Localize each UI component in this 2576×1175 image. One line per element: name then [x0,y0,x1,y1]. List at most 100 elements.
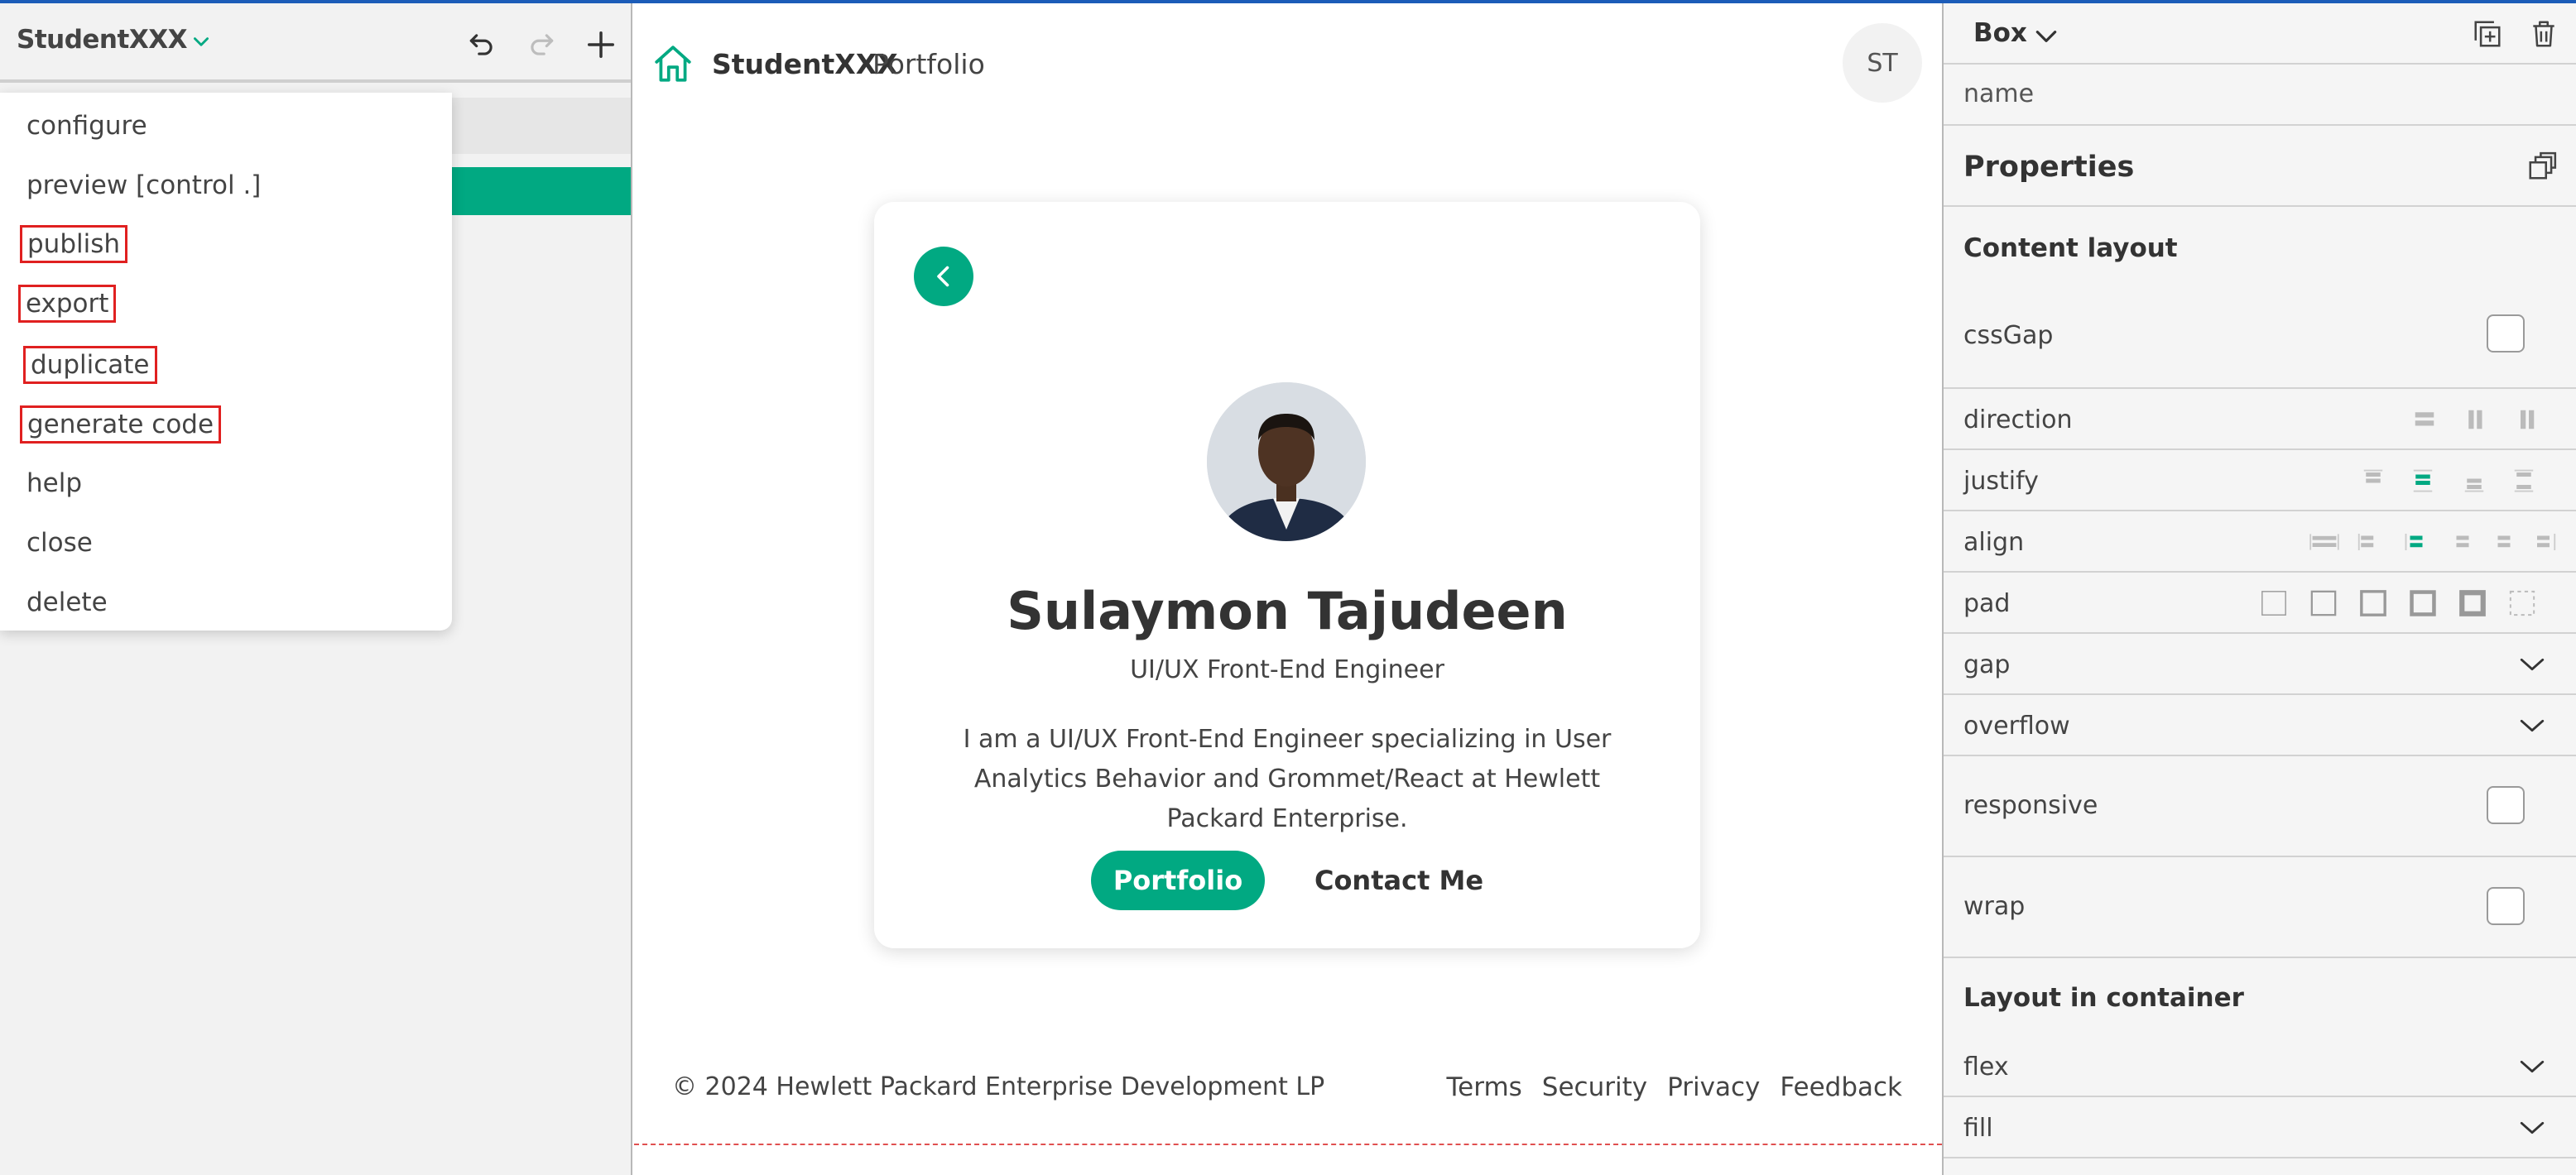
menu-item-delete[interactable]: delete [26,586,108,619]
chevron-down-icon[interactable] [190,31,212,53]
app-name[interactable]: StudentXXX [17,25,188,55]
left-panel: StudentXXX configure preview [control .]… [0,3,632,1175]
tree-item-active[interactable] [447,167,631,215]
pad-xsmall-icon[interactable] [2309,589,2338,617]
design-canvas: StudentXXX Portfolio ST Sulaymon Tajudee… [634,3,1942,1175]
add-button[interactable] [583,26,619,63]
align-start-icon[interactable] [2356,530,2381,554]
align-baseline-icon[interactable] [2492,530,2516,554]
footer-link-privacy[interactable]: Privacy [1667,1072,1760,1102]
menu-item-export[interactable]: export [18,285,117,323]
direction-column-icon[interactable] [2412,407,2437,432]
footer-copyright: © 2024 Hewlett Packard Enterprise Develo… [672,1072,1325,1101]
profile-name: Sulaymon Tajudeen [1007,581,1568,641]
undo-button[interactable] [464,26,500,63]
direction-row-responsive-icon[interactable] [2516,407,2541,432]
cssgap-label: cssGap [1963,321,2054,350]
menu-item-preview[interactable]: preview [control .] [26,169,261,202]
chevron-down-icon[interactable] [2518,650,2546,679]
align-end-icon[interactable] [2450,530,2475,554]
justify-between-icon[interactable] [2511,468,2536,493]
profile-role: UI/UX Front-End Engineer [1130,655,1444,684]
chevron-down-icon[interactable] [2518,712,2546,740]
align-end-right-icon[interactable] [2533,530,2558,554]
canvas-boundary-line [634,1144,1942,1145]
properties-header: Properties [1944,126,2576,207]
row-overflow[interactable]: overflow [1944,695,2576,756]
copy-properties-icon[interactable] [2526,151,2558,182]
name-field[interactable]: name [1944,65,2576,126]
align-center-icon[interactable] [2404,530,2429,554]
row-justify: justify [1944,450,2576,511]
menu-item-close[interactable]: close [26,526,93,559]
fill-label: fill [1963,1114,1993,1143]
pad-large-icon[interactable] [2458,589,2487,617]
menu-item-help[interactable]: help [26,467,82,500]
responsive-label: responsive [1963,791,2098,820]
inspector-panel: Box name Properties Content layout cssGa… [1942,3,2576,1175]
direction-label: direction [1963,405,2073,434]
row-pad: pad [1944,573,2576,634]
component-type[interactable]: Box [1973,18,2027,48]
portfolio-button[interactable]: Portfolio [1091,851,1265,910]
row-flex[interactable]: flex [1944,1036,2576,1097]
chevron-down-icon[interactable] [2518,1053,2546,1081]
menu-item-generate-code[interactable]: generate code [20,405,222,444]
overflow-label: overflow [1963,712,2070,741]
redo-icon [531,34,554,55]
properties-title: Properties [1963,151,2135,184]
app-header: StudentXXX [0,3,631,83]
menu-item-duplicate[interactable]: duplicate [23,346,157,384]
align-stretch-icon[interactable] [2309,530,2339,554]
row-cssgap: cssGap [1944,290,2576,389]
row-align: align [1944,511,2576,573]
responsive-checkbox[interactable] [2487,786,2525,824]
row-responsive: responsive [1944,756,2576,857]
footer-links: Terms Security Privacy Feedback [1447,1072,1903,1102]
content-layout-title: Content layout [1963,233,2178,263]
duplicate-icon[interactable] [2472,18,2503,50]
chevron-left-icon [937,266,949,287]
justify-start-icon[interactable] [2361,468,2386,493]
menu-item-publish[interactable]: publish [20,225,128,263]
component-header: Box [1944,3,2576,65]
plus-icon [588,31,614,58]
justify-label: justify [1963,467,2039,496]
redo-button[interactable] [523,26,560,63]
row-fill[interactable]: fill [1944,1097,2576,1158]
footer-link-feedback[interactable]: Feedback [1780,1072,1902,1102]
justify-end-icon[interactable] [2462,468,2487,493]
chevron-down-icon[interactable] [2518,1114,2546,1142]
profile-bio: I am a UI/UX Front-End Engineer speciali… [963,725,1612,833]
wrap-checkbox[interactable] [2487,887,2525,925]
wrap-label: wrap [1963,892,2026,921]
pad-none-icon[interactable] [2260,589,2288,617]
direction-row-icon[interactable] [2463,407,2488,432]
profile-card: Sulaymon Tajudeen UI/UX Front-End Engine… [874,202,1700,948]
justify-center-icon[interactable] [2410,468,2435,493]
profile-photo [1207,382,1366,541]
avatar[interactable]: ST [1843,23,1922,103]
trash-icon[interactable] [2528,18,2559,50]
back-button[interactable] [914,247,973,306]
brand-section: Portfolio [872,48,985,80]
contact-me-button[interactable]: Contact Me [1300,851,1498,910]
chevron-down-icon[interactable] [2033,23,2059,50]
footer-link-terms[interactable]: Terms [1447,1072,1522,1102]
brand-name[interactable]: StudentXXX [712,48,898,80]
pad-small-icon[interactable] [2359,589,2387,617]
row-gap[interactable]: gap [1944,634,2576,695]
pad-custom-icon[interactable] [2508,589,2536,617]
cssgap-checkbox[interactable] [2487,314,2525,352]
pad-medium-icon[interactable] [2409,589,2437,617]
name-input-placeholder[interactable]: name [1963,79,2034,108]
app-menu-dropdown: configure preview [control .] publish ex… [0,93,452,631]
footer-link-security[interactable]: Security [1542,1072,1647,1102]
tree-item-selected-background[interactable] [447,98,631,154]
gap-label: gap [1963,650,2011,679]
pad-label: pad [1963,589,2011,618]
flex-label: flex [1963,1053,2009,1081]
home-icon[interactable] [652,43,694,84]
row-wrap: wrap [1944,857,2576,958]
menu-item-configure[interactable]: configure [26,109,147,142]
